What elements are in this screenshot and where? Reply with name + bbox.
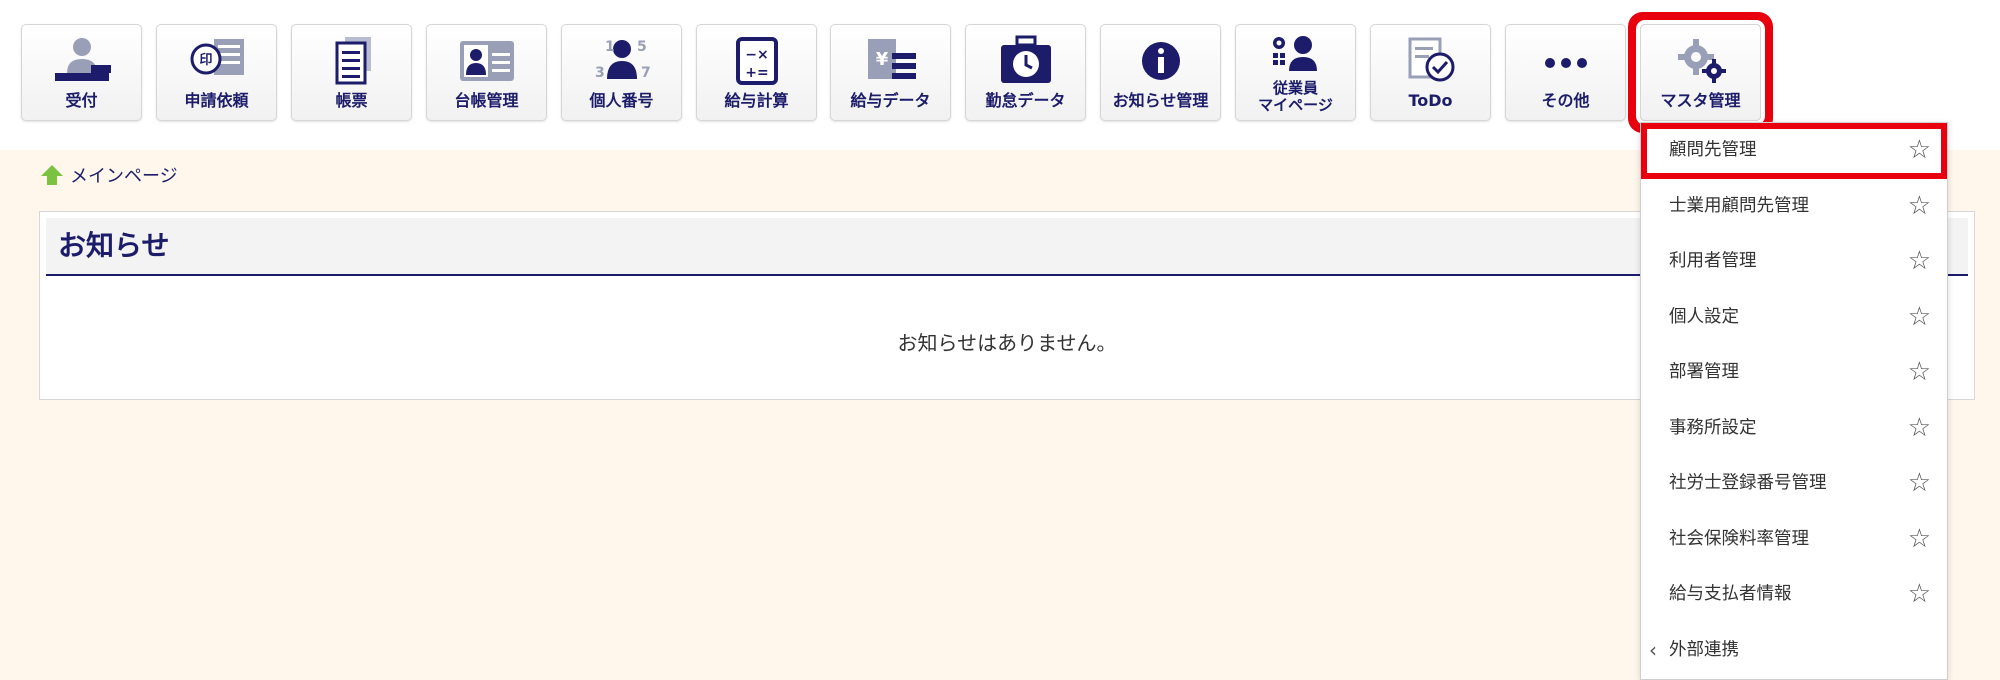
star-icon[interactable]: ☆ bbox=[1908, 123, 1931, 179]
personal-number-icon: 1537 bbox=[562, 35, 681, 87]
gears-icon bbox=[1641, 35, 1760, 87]
breadcrumb: メインページ bbox=[40, 162, 178, 188]
svg-text:¥: ¥ bbox=[875, 49, 888, 70]
master-management-dropdown: 顧問先管理 ☆ 士業用顧問先管理 ☆ 利用者管理 ☆ 個人設定 ☆ 部署管理 ☆… bbox=[1640, 122, 1948, 680]
menu-item-label: 顧問先管理 bbox=[1669, 140, 1757, 160]
reception-label: 受付 bbox=[65, 91, 98, 110]
menu-item-label: 社会保険料率管理 bbox=[1669, 528, 1809, 549]
star-icon[interactable]: ☆ bbox=[1908, 512, 1931, 568]
menu-item-label: 事務所設定 bbox=[1669, 417, 1757, 438]
svg-text:−×: −× bbox=[745, 47, 768, 63]
ledger-management-label: 台帳管理 bbox=[454, 91, 519, 110]
menu-item-label: 社労士登録番号管理 bbox=[1669, 473, 1827, 493]
master-management-button[interactable]: マスタ管理 bbox=[1640, 24, 1761, 121]
svg-text:7: 7 bbox=[641, 65, 651, 81]
menu-item-external-integration[interactable]: ‹ 外部連携 bbox=[1641, 623, 1947, 679]
attendance-data-label: 勤怠データ bbox=[985, 91, 1066, 110]
notice-management-label: お知らせ管理 bbox=[1112, 91, 1209, 110]
svg-text:+=: += bbox=[745, 65, 768, 81]
todo-check-icon bbox=[1371, 35, 1490, 87]
menu-item-label: 外部連携 bbox=[1669, 639, 1739, 660]
menu-item-label: 給与支払者情報 bbox=[1669, 584, 1792, 604]
menu-item-sharoushi-registration-number[interactable]: 社労士登録番号管理 ☆ bbox=[1641, 456, 1947, 512]
ledger-management-button[interactable]: 台帳管理 bbox=[426, 24, 547, 121]
yen-data-icon: ¥ bbox=[831, 35, 950, 87]
clock-bag-icon bbox=[966, 35, 1085, 87]
employee-mypage-label: 従業員 マイページ bbox=[1236, 80, 1355, 114]
id-card-icon bbox=[427, 35, 546, 87]
payroll-calculation-label: 給与計算 bbox=[724, 91, 789, 110]
more-dots-icon bbox=[1506, 35, 1625, 87]
breadcrumb-main-page-link[interactable]: メインページ bbox=[70, 162, 178, 188]
star-icon[interactable]: ☆ bbox=[1908, 179, 1931, 235]
svg-text:5: 5 bbox=[637, 39, 647, 55]
svg-text:1: 1 bbox=[605, 39, 615, 55]
employee-mypage-button[interactable]: 従業員 マイページ bbox=[1235, 24, 1356, 121]
todo-button[interactable]: ToDo bbox=[1370, 24, 1491, 121]
reception-icon bbox=[22, 35, 141, 87]
payroll-data-button[interactable]: ¥ 給与データ bbox=[830, 24, 951, 121]
notice-management-button[interactable]: お知らせ管理 bbox=[1100, 24, 1221, 121]
todo-label: ToDo bbox=[1408, 91, 1453, 110]
star-icon[interactable]: ☆ bbox=[1908, 234, 1931, 290]
star-icon[interactable]: ☆ bbox=[1908, 456, 1931, 512]
personal-number-button[interactable]: 1537 個人番号 bbox=[561, 24, 682, 121]
other-button[interactable]: その他 bbox=[1505, 24, 1626, 121]
menu-item-label: 部署管理 bbox=[1669, 362, 1739, 382]
star-icon[interactable]: ☆ bbox=[1908, 567, 1931, 623]
menu-item-department-management[interactable]: 部署管理 ☆ bbox=[1641, 345, 1947, 401]
menu-item-label: 利用者管理 bbox=[1669, 251, 1757, 271]
menu-item-payer-information[interactable]: 給与支払者情報 ☆ bbox=[1641, 567, 1947, 623]
employee-mypage-label-line2: マイページ bbox=[1258, 96, 1333, 114]
employee-mypage-label-line1: 従業員 bbox=[1272, 79, 1318, 97]
employee-gear-icon bbox=[1236, 31, 1355, 83]
svg-text:3: 3 bbox=[595, 65, 605, 81]
menu-item-label: 士業用顧問先管理 bbox=[1669, 195, 1809, 216]
menu-item-user-management[interactable]: 利用者管理 ☆ bbox=[1641, 234, 1947, 290]
other-label: その他 bbox=[1541, 91, 1590, 110]
forms-label: 帳票 bbox=[335, 91, 368, 110]
info-icon bbox=[1101, 35, 1220, 87]
menu-item-professional-client-management[interactable]: 士業用顧問先管理 ☆ bbox=[1641, 179, 1947, 235]
home-icon[interactable] bbox=[40, 163, 64, 187]
seal-form-icon: 印 bbox=[157, 35, 276, 87]
payroll-data-label: 給与データ bbox=[850, 91, 931, 110]
menu-item-label: 個人設定 bbox=[1669, 306, 1739, 327]
documents-icon bbox=[292, 35, 411, 87]
star-icon[interactable]: ☆ bbox=[1908, 345, 1931, 401]
menu-item-social-insurance-rate[interactable]: 社会保険料率管理 ☆ bbox=[1641, 512, 1947, 568]
payroll-calculation-button[interactable]: −× += 給与計算 bbox=[696, 24, 817, 121]
chevron-left-icon: ‹ bbox=[1649, 637, 1657, 662]
star-icon[interactable]: ☆ bbox=[1908, 290, 1931, 346]
menu-item-office-settings[interactable]: 事務所設定 ☆ bbox=[1641, 401, 1947, 457]
svg-text:印: 印 bbox=[199, 53, 212, 68]
forms-button[interactable]: 帳票 bbox=[291, 24, 412, 121]
master-management-label: マスタ管理 bbox=[1660, 91, 1741, 110]
personal-number-label: 個人番号 bbox=[589, 91, 654, 110]
attendance-data-button[interactable]: 勤怠データ bbox=[965, 24, 1086, 121]
application-request-label: 申請依頼 bbox=[184, 91, 249, 110]
star-icon[interactable]: ☆ bbox=[1908, 401, 1931, 457]
calculator-icon: −× += bbox=[697, 35, 816, 87]
application-request-button[interactable]: 印 申請依頼 bbox=[156, 24, 277, 121]
reception-button[interactable]: 受付 bbox=[21, 24, 142, 121]
menu-item-personal-settings[interactable]: 個人設定 ☆ bbox=[1641, 290, 1947, 346]
menu-item-client-management[interactable]: 顧問先管理 ☆ bbox=[1641, 123, 1947, 179]
